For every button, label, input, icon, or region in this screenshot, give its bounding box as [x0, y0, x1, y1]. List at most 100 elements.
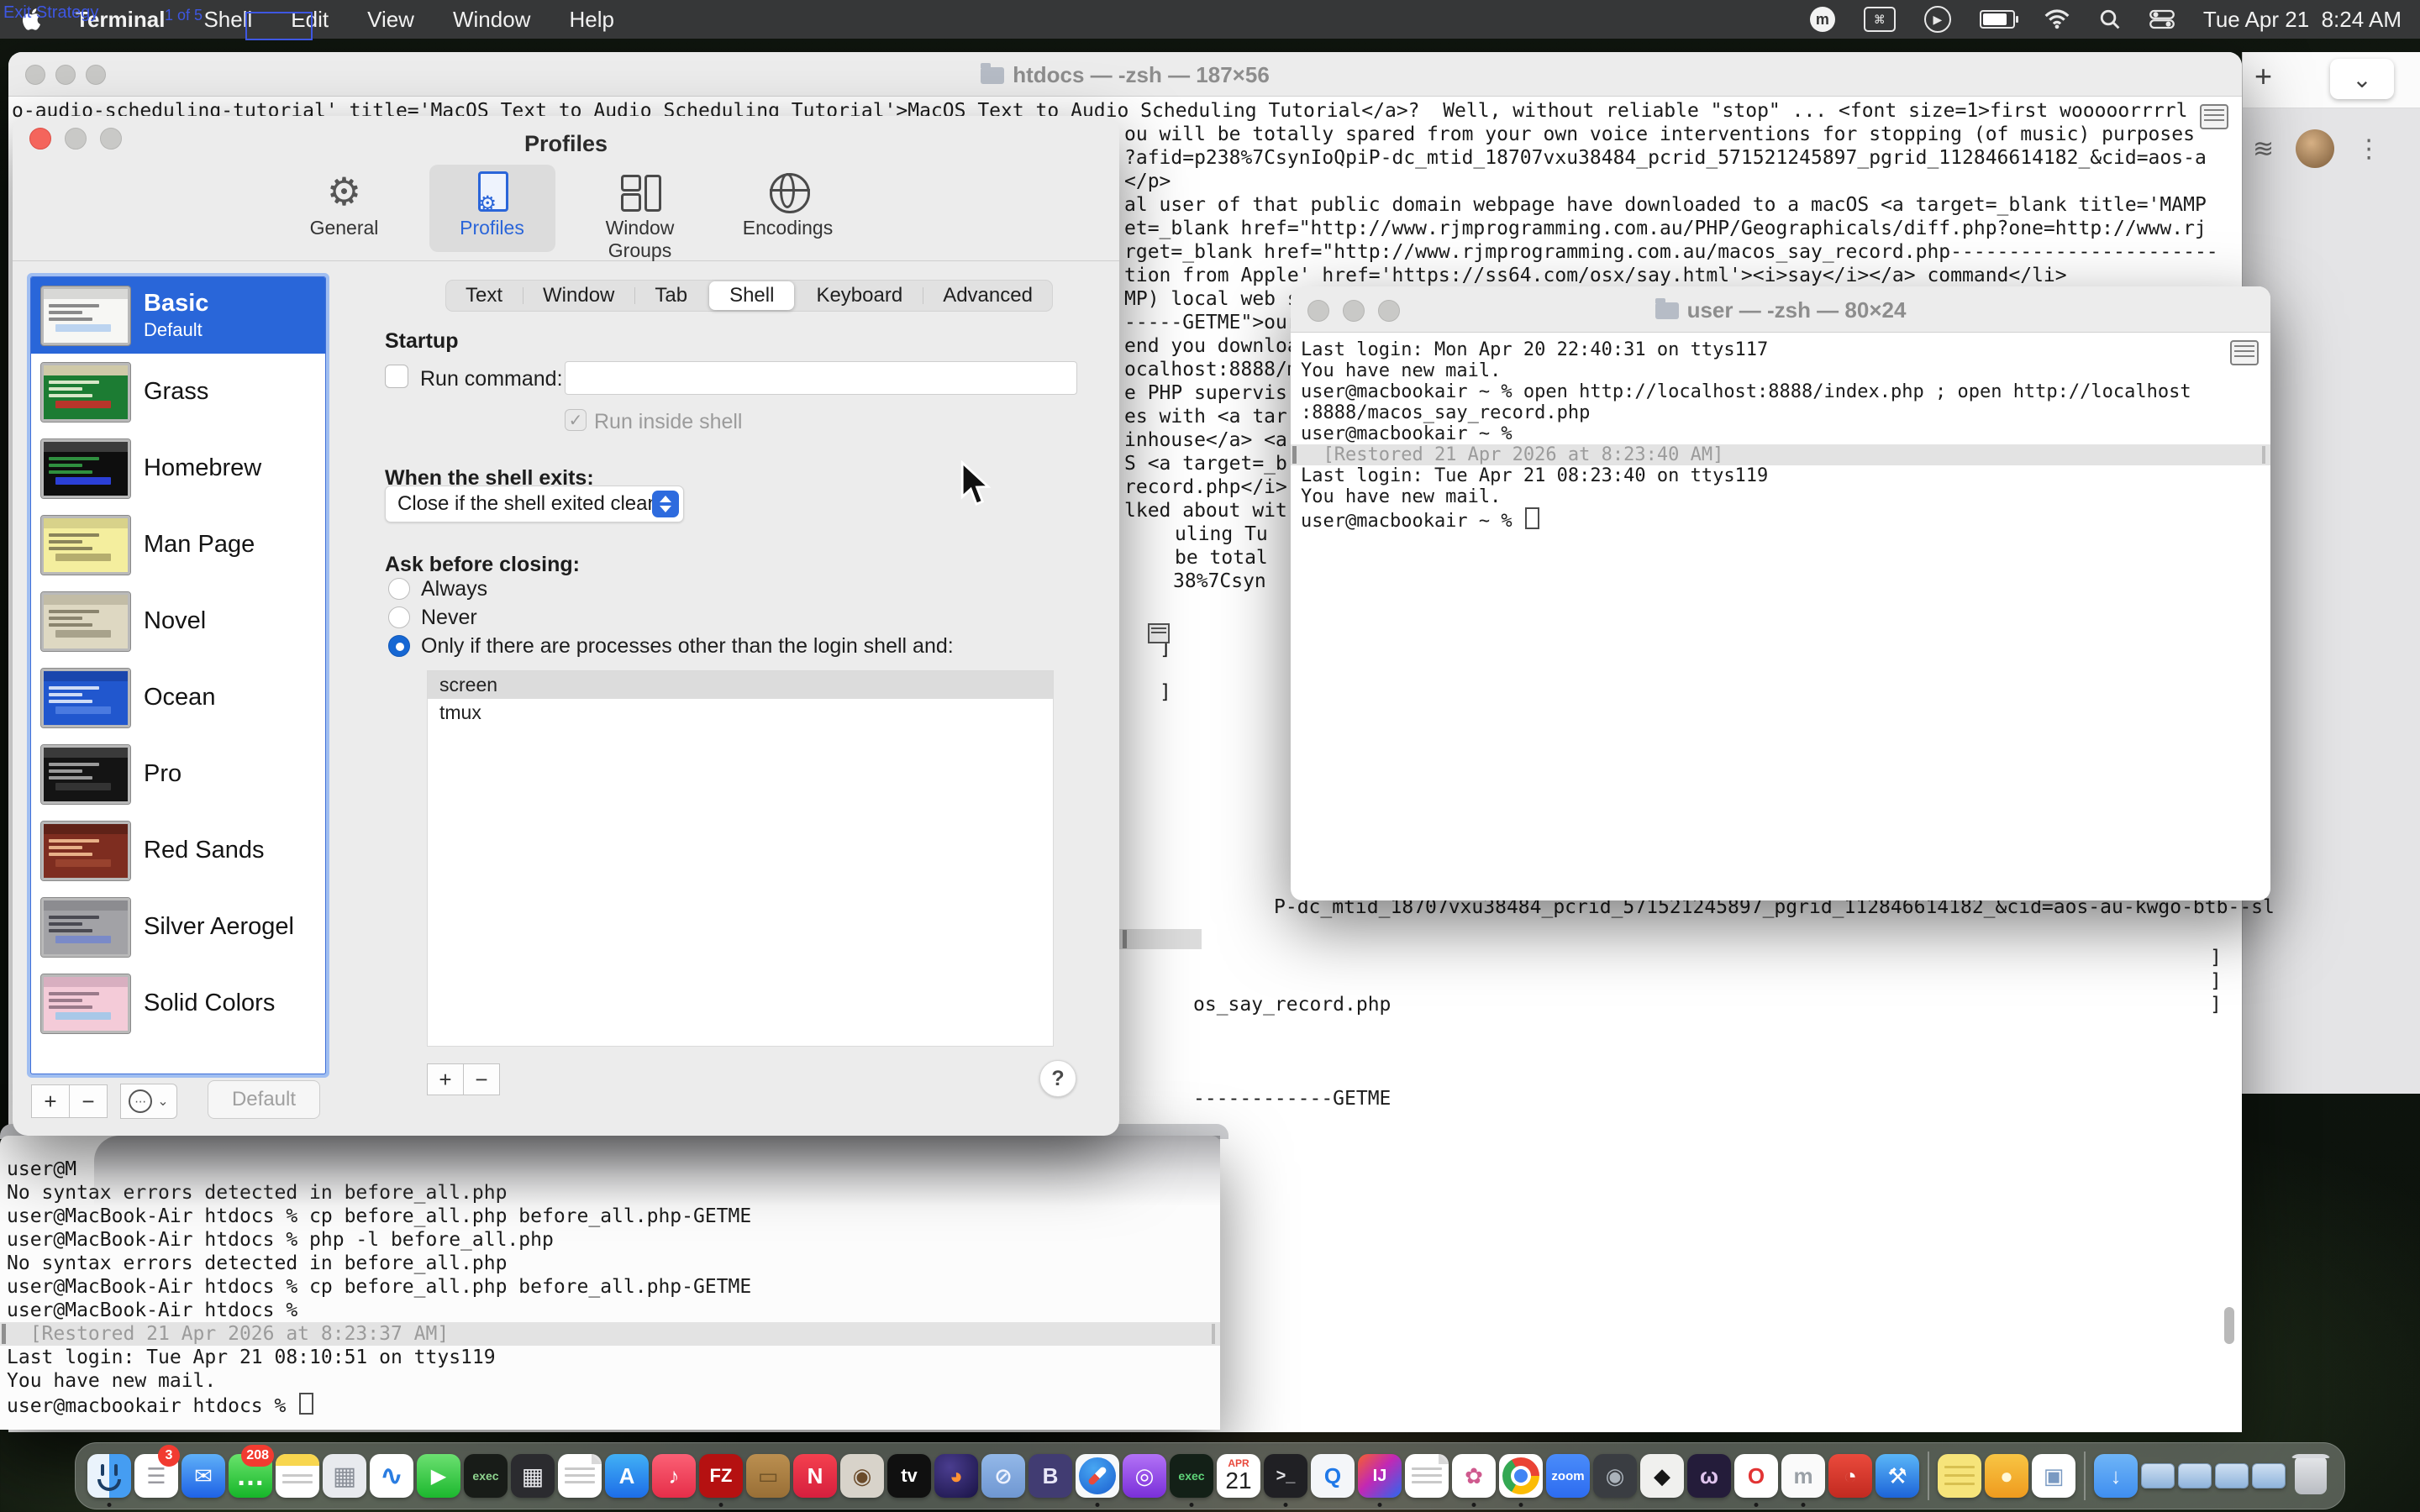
- bottom-terminal-window[interactable]: user@MNo syntax errors detected in befor…: [0, 1136, 1220, 1430]
- shell-exit-popup[interactable]: Close if the shell exited cleanly: [385, 486, 684, 522]
- dock-item-opera[interactable]: O: [1733, 1443, 1780, 1509]
- profile-row-red-sands[interactable]: Red Sands: [31, 812, 325, 889]
- run-inside-shell-checkbox[interactable]: ✓: [565, 409, 587, 431]
- dock-item-bbedit[interactable]: B: [1027, 1443, 1074, 1509]
- dock-item-textedit[interactable]: [556, 1443, 603, 1509]
- process-row[interactable]: screen: [428, 671, 1053, 699]
- dock-item-launchpad[interactable]: ▦: [321, 1443, 368, 1509]
- kebab-menu-icon[interactable]: ⋮: [2356, 134, 2381, 164]
- dock-item-suitcase[interactable]: ▭: [744, 1443, 792, 1509]
- profile-row-man-page[interactable]: Man Page: [31, 507, 325, 583]
- remove-process-button[interactable]: −: [463, 1063, 500, 1095]
- dock-item-inkscape[interactable]: ◆: [1639, 1443, 1686, 1509]
- battery-icon[interactable]: [1980, 10, 2015, 29]
- tab-window[interactable]: Window: [523, 281, 634, 310]
- menu-clock[interactable]: Tue Apr 21 8:24 AM: [2203, 7, 2402, 33]
- dock-item-mamp[interactable]: m: [1780, 1443, 1827, 1509]
- add-process-button[interactable]: +: [427, 1063, 464, 1095]
- profile-row-novel[interactable]: Novel: [31, 583, 325, 659]
- menu-view[interactable]: View: [349, 7, 433, 33]
- profiles-titlebar[interactable]: Profiles ⚙General⚙ProfilesWindow GroupsE…: [13, 116, 1119, 261]
- dock-item-slideshow[interactable]: ▣: [2030, 1443, 2077, 1509]
- run-command-input[interactable]: [565, 361, 1077, 395]
- dock-item-bulb[interactable]: ●: [1983, 1443, 2030, 1509]
- profile-row-pro[interactable]: Pro: [31, 736, 325, 812]
- dock-item-keypad[interactable]: ▦: [509, 1443, 556, 1509]
- menu-help[interactable]: Help: [550, 7, 632, 33]
- dock-item-calendar[interactable]: APR21: [1215, 1443, 1262, 1509]
- profiles-settings-window[interactable]: Profiles ⚙General⚙ProfilesWindow GroupsE…: [13, 116, 1119, 1136]
- profile-row-silver-aerogel[interactable]: Silver Aerogel: [31, 889, 325, 965]
- dock-item-podcasts[interactable]: ◎: [1121, 1443, 1168, 1509]
- toolbar-window-groups[interactable]: Window Groups: [577, 165, 703, 252]
- dock-item-mail[interactable]: ✉: [180, 1443, 227, 1509]
- app-status-icon[interactable]: m: [1810, 7, 1835, 32]
- profile-row-grass[interactable]: Grass: [31, 354, 325, 430]
- dock-item-apple-tv[interactable]: tv: [886, 1443, 933, 1509]
- dock-item-news[interactable]: N: [792, 1443, 839, 1509]
- chevron-down-button[interactable]: ⌄: [2330, 59, 2394, 99]
- toolbar-encodings[interactable]: Encodings: [725, 165, 851, 252]
- dock-item-messages[interactable]: …208: [227, 1443, 274, 1509]
- dock-item-mini-window-3[interactable]: [2213, 1443, 2250, 1509]
- profile-row-solid-colors[interactable]: Solid Colors: [31, 965, 325, 1042]
- dock-item-gauge[interactable]: ◔: [1827, 1443, 1874, 1509]
- dock-item-reminders[interactable]: ☰3: [133, 1443, 180, 1509]
- dock-item-stickies[interactable]: [1936, 1443, 1983, 1509]
- search-icon[interactable]: [2099, 8, 2121, 30]
- dock-item-music[interactable]: ♪: [650, 1443, 697, 1509]
- toolbar-profiles[interactable]: ⚙Profiles: [429, 165, 555, 252]
- dock-item-terminal[interactable]: >_: [1262, 1443, 1309, 1509]
- dock-item-filezilla[interactable]: FZ: [697, 1443, 744, 1509]
- wifi-icon[interactable]: [2044, 9, 2070, 29]
- dock-item-cat-game[interactable]: ω: [1686, 1443, 1733, 1509]
- dock-item-lens[interactable]: ◉: [1591, 1443, 1639, 1509]
- new-tab-plus-icon[interactable]: +: [2254, 59, 2272, 94]
- dock-item-paint[interactable]: ✿: [1450, 1443, 1497, 1509]
- radio-only-if-ther[interactable]: Only if there are processes other than t…: [388, 632, 1077, 660]
- run-command-checkbox[interactable]: [385, 365, 408, 388]
- tab-advanced[interactable]: Advanced: [923, 281, 1053, 310]
- dock-item-gimp[interactable]: ◉: [839, 1443, 886, 1509]
- dock-item-firefox[interactable]: ◕: [933, 1443, 980, 1509]
- control-center-icon[interactable]: [2149, 8, 2175, 30]
- dock-item-notes[interactable]: [274, 1443, 321, 1509]
- dock-item-mini-window-2[interactable]: [2176, 1443, 2213, 1509]
- user-terminal-window[interactable]: user — -zsh — 80×24 Last login: Mon Apr …: [1291, 286, 2270, 900]
- dock-item-mini-window-1[interactable]: [2139, 1443, 2176, 1509]
- scrollbar-thumb[interactable]: [2224, 1307, 2234, 1344]
- dock-item-finder[interactable]: [86, 1443, 133, 1509]
- process-list[interactable]: screentmux: [427, 670, 1054, 1047]
- avatar[interactable]: [2296, 129, 2334, 168]
- more-options-button[interactable]: ⋯ ⌄: [120, 1084, 177, 1119]
- process-row[interactable]: tmux: [428, 699, 1053, 727]
- play-icon[interactable]: ▶: [1924, 6, 1951, 33]
- radio-never[interactable]: Never: [388, 603, 1077, 632]
- remove-profile-button[interactable]: −: [69, 1084, 108, 1118]
- profile-list[interactable]: BasicDefaultGrassHomebrewMan PageNovelOc…: [31, 277, 325, 1074]
- keyboard-viewer-icon[interactable]: ⌘: [1864, 7, 1896, 32]
- add-profile-button[interactable]: +: [31, 1084, 70, 1118]
- tab-tab[interactable]: Tab: [634, 281, 708, 310]
- tune-icon[interactable]: ≋: [2253, 134, 2274, 164]
- profile-row-homebrew[interactable]: Homebrew: [31, 430, 325, 507]
- dock-item-app-store[interactable]: A: [603, 1443, 650, 1509]
- dock-item-freeform[interactable]: ∿: [368, 1443, 415, 1509]
- dock-item-blocked[interactable]: ⊘: [980, 1443, 1027, 1509]
- tab-text[interactable]: Text: [445, 281, 523, 310]
- help-button[interactable]: ?: [1039, 1060, 1076, 1097]
- menu-window[interactable]: Window: [434, 7, 549, 33]
- dock-item-textedit-2[interactable]: [1403, 1443, 1450, 1509]
- dock-item-xcode[interactable]: ⚒: [1874, 1443, 1921, 1509]
- profile-row-ocean[interactable]: Ocean: [31, 659, 325, 736]
- tab-keyboard[interactable]: Keyboard: [796, 281, 923, 310]
- default-button[interactable]: Default: [208, 1080, 320, 1119]
- toolbar-general[interactable]: ⚙General: [281, 165, 408, 252]
- radio-always[interactable]: Always: [388, 575, 1077, 603]
- dock-item-xterm[interactable]: exec: [1168, 1443, 1215, 1509]
- broadcast-icon[interactable]: [2200, 104, 2228, 129]
- dock-item-intellij[interactable]: IJ: [1356, 1443, 1403, 1509]
- dock-item-safari[interactable]: [1074, 1443, 1121, 1509]
- dock-item-downloads[interactable]: ↓: [2092, 1443, 2139, 1509]
- dock-item-x11-terminal[interactable]: exec: [462, 1443, 509, 1509]
